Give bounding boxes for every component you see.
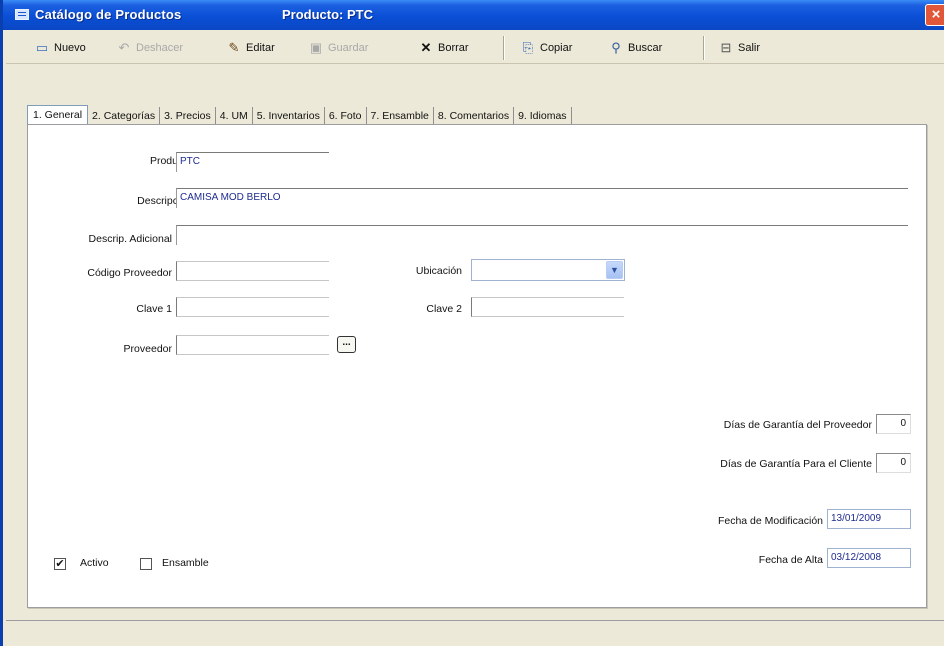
window-menu-icon[interactable]: [15, 9, 29, 20]
tab-comentarios[interactable]: 8. Comentarios: [434, 107, 515, 125]
status-divider: [6, 620, 944, 621]
general-tab-panel: Producto PTC Descripción CAMISA MOD BERL…: [27, 124, 927, 608]
nuevo-label: Nuevo: [54, 42, 86, 54]
chevron-down-icon[interactable]: ▼: [606, 261, 623, 279]
tab-inventarios[interactable]: 5. Inventarios: [253, 107, 325, 125]
fecha-modificacion-field[interactable]: 13/01/2009: [827, 509, 911, 529]
tab-um[interactable]: 4. UM: [216, 107, 253, 125]
copiar-button[interactable]: ⎘ Copiar: [520, 39, 573, 57]
tab-ensamble[interactable]: 7. Ensamble: [367, 107, 434, 125]
toolbar-separator: [703, 36, 705, 60]
proveedor-label: Proveedor: [123, 343, 172, 355]
exit-icon: ⊟: [720, 40, 732, 55]
delete-icon: ✕: [420, 40, 432, 55]
garantia-cliente-label: Días de Garantía Para el Cliente: [720, 458, 872, 470]
garantia-proveedor-label: Días de Garantía del Proveedor: [723, 419, 872, 431]
ensamble-label: Ensamble: [162, 557, 209, 569]
descrip-adicional-label: Descrip. Adicional: [88, 233, 172, 245]
clave1-field[interactable]: [176, 297, 329, 317]
deshacer-button[interactable]: ↶ Deshacer: [116, 39, 184, 57]
editar-button[interactable]: ✎ Editar: [226, 39, 275, 57]
borrar-label: Borrar: [438, 42, 469, 54]
close-button[interactable]: ×: [925, 4, 944, 26]
clave2-label: Clave 2: [426, 303, 462, 315]
tab-categorias[interactable]: 2. Categorías: [88, 107, 161, 125]
codigo-proveedor-field[interactable]: [176, 261, 329, 281]
window-title: Catálogo de Productos: [35, 7, 182, 22]
toolbar-separator: [503, 36, 505, 60]
clave1-label: Clave 1: [136, 303, 172, 315]
proveedor-field[interactable]: [176, 335, 329, 355]
guardar-button[interactable]: ▣ Guardar: [308, 39, 369, 57]
deshacer-label: Deshacer: [136, 42, 184, 54]
salir-button[interactable]: ⊟ Salir: [718, 39, 760, 57]
undo-icon: ↶: [118, 40, 130, 55]
descrip-adicional-field[interactable]: [176, 225, 908, 245]
tab-precios[interactable]: 3. Precios: [160, 107, 216, 125]
edit-icon: ✎: [228, 40, 240, 55]
guardar-label: Guardar: [328, 42, 369, 54]
activo-label: Activo: [80, 557, 109, 569]
garantia-cliente-field[interactable]: 0: [876, 453, 911, 473]
tab-foto[interactable]: 6. Foto: [325, 107, 367, 125]
editar-label: Editar: [246, 42, 275, 54]
buscar-label: Buscar: [628, 42, 663, 54]
descripcion-field[interactable]: CAMISA MOD BERLO: [176, 188, 908, 208]
ubicacion-label: Ubicación: [415, 265, 462, 277]
activo-checkbox[interactable]: ✔: [54, 558, 66, 570]
buscar-button[interactable]: ⚲ Buscar: [608, 39, 662, 57]
ensamble-checkbox[interactable]: [140, 558, 152, 570]
garantia-proveedor-field[interactable]: 0: [876, 414, 911, 434]
copy-icon: ⎘: [522, 40, 534, 55]
fecha-alta-label: Fecha de Alta: [758, 554, 823, 566]
tab-general[interactable]: 1. General: [27, 105, 89, 125]
salir-label: Salir: [738, 42, 761, 54]
new-document-icon: ▭: [35, 40, 49, 55]
nuevo-button[interactable]: ▭ Nuevo: [34, 39, 86, 57]
tab-idiomas[interactable]: 9. Idiomas: [514, 107, 572, 125]
title-bar[interactable]: Catálogo de Productos Producto: PTC ×: [3, 0, 944, 30]
binoculars-icon: ⚲: [611, 40, 621, 55]
clave2-field[interactable]: [471, 297, 624, 317]
tab-strip: 1. General 2. Categorías 3. Precios 4. U…: [27, 105, 572, 125]
borrar-button[interactable]: ✕ Borrar: [418, 39, 469, 57]
fecha-alta-field[interactable]: 03/12/2008: [827, 548, 911, 568]
toolbar: ▭ Nuevo ↶ Deshacer ✎ Editar ▣ Guardar ✕ …: [6, 30, 944, 64]
codigo-proveedor-label: Código Proveedor: [87, 267, 172, 279]
copiar-label: Copiar: [540, 42, 573, 54]
save-icon: ▣: [309, 40, 323, 55]
fecha-modificacion-label: Fecha de Modificación: [717, 515, 823, 527]
product-title: Producto: PTC: [282, 7, 373, 22]
ubicacion-dropdown[interactable]: ▼: [471, 259, 625, 281]
window: Catálogo de Productos Producto: PTC × ▭ …: [0, 0, 944, 646]
proveedor-lookup-button[interactable]: ...: [337, 336, 356, 353]
producto-field[interactable]: PTC: [176, 152, 329, 172]
